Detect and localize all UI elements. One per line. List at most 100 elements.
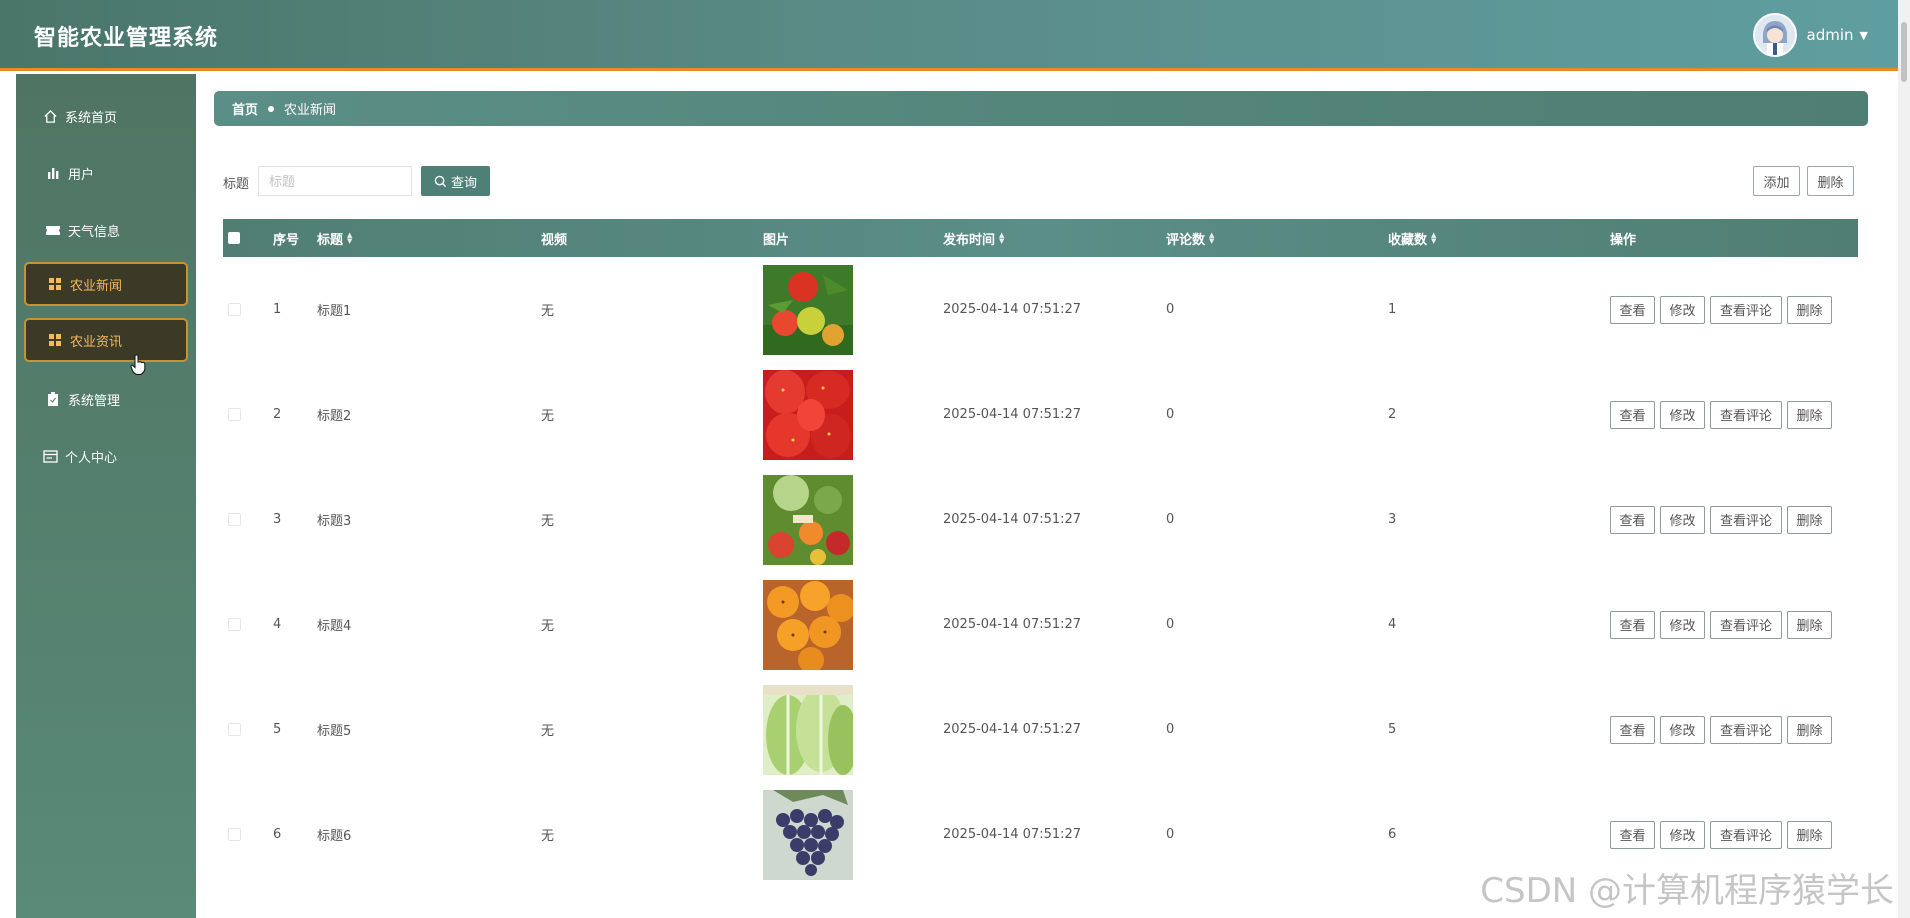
column-index: 序号 bbox=[273, 232, 300, 248]
row-checkbox[interactable] bbox=[228, 467, 241, 572]
select-all-checkbox[interactable] bbox=[228, 219, 240, 257]
user-menu[interactable]: admin ▼ bbox=[1752, 13, 1868, 57]
sidebar-item-agri-news[interactable]: 农业新闻 bbox=[24, 262, 188, 306]
breadcrumb-current: 农业新闻 bbox=[284, 103, 337, 118]
bulk-delete-button[interactable]: 删除 bbox=[1807, 166, 1854, 196]
row-actions: 查看 修改 查看评论 删除 bbox=[1610, 362, 1837, 467]
avatar[interactable] bbox=[1752, 13, 1797, 57]
view-button[interactable]: 查看 bbox=[1610, 610, 1655, 639]
edit-button[interactable]: 修改 bbox=[1660, 715, 1705, 744]
column-video: 视频 bbox=[541, 232, 568, 248]
row-image bbox=[763, 467, 853, 572]
sidebar-item-weather[interactable]: 天气信息 bbox=[24, 208, 188, 252]
delete-button[interactable]: 删除 bbox=[1787, 505, 1832, 534]
row-image bbox=[763, 677, 858, 782]
view-button[interactable]: 查看 bbox=[1610, 820, 1655, 849]
edit-button[interactable]: 修改 bbox=[1660, 295, 1705, 324]
row-actions: 查看 修改 查看评论 删除 bbox=[1610, 257, 1837, 362]
edit-button[interactable]: 修改 bbox=[1660, 505, 1705, 534]
add-button[interactable]: 添加 bbox=[1753, 166, 1800, 196]
username[interactable]: admin bbox=[1807, 26, 1854, 44]
column-actions: 操作 bbox=[1610, 232, 1637, 248]
sidebar-item-home[interactable]: 系统首页 bbox=[24, 94, 188, 138]
column-title[interactable]: 标题 ▲ ▼ bbox=[317, 219, 352, 257]
edit-button[interactable]: 修改 bbox=[1660, 610, 1705, 639]
row-favorites: 4 bbox=[1388, 617, 1397, 632]
sidebar-item-system[interactable]: 系统管理 bbox=[24, 377, 188, 421]
query-button[interactable]: 查询 bbox=[421, 166, 490, 196]
column-published[interactable]: 发布时间 ▲ ▼ bbox=[943, 219, 1004, 257]
edit-button[interactable]: 修改 bbox=[1660, 400, 1705, 429]
row-comments: 0 bbox=[1166, 512, 1175, 527]
row-checkbox[interactable] bbox=[228, 257, 241, 362]
sidebar-item-profile[interactable]: 个人中心 bbox=[24, 434, 188, 478]
view-button[interactable]: 查看 bbox=[1610, 400, 1655, 429]
table-body: 1 标题1 无 2025-04-14 07:51:27 0 1 查看 修改 查看评论 删除 2 标题2… bbox=[223, 257, 1858, 887]
edit-button[interactable]: 修改 bbox=[1660, 820, 1705, 849]
watermark: CSDN @计算机程序猿学长 bbox=[1480, 871, 1894, 911]
title-search-input[interactable] bbox=[258, 166, 412, 196]
row-published: 2025-04-14 07:51:27 bbox=[943, 827, 1082, 842]
row-image bbox=[763, 572, 855, 677]
row-published: 2025-04-14 07:51:27 bbox=[943, 722, 1082, 737]
row-index: 2 bbox=[273, 407, 282, 422]
table-row: 4 标题4 无 2025-04-14 07:51:27 0 4 查看 修改 查看评论 删除 bbox=[223, 572, 1858, 677]
hand-cursor-icon bbox=[130, 354, 146, 375]
view-comments-button[interactable]: 查看评论 bbox=[1710, 610, 1782, 639]
row-title: 标题4 bbox=[317, 619, 352, 634]
delete-button[interactable]: 删除 bbox=[1787, 400, 1832, 429]
search-icon bbox=[434, 175, 447, 187]
sidebar-item-label: 系统管理 bbox=[68, 393, 121, 409]
view-button[interactable]: 查看 bbox=[1610, 505, 1655, 534]
window-edge bbox=[0, 0, 16, 918]
delete-button[interactable]: 删除 bbox=[1787, 820, 1832, 849]
column-favorites[interactable]: 收藏数 ▲ ▼ bbox=[1388, 219, 1436, 257]
column-comments[interactable]: 评论数 ▲ ▼ bbox=[1166, 219, 1214, 257]
row-video: 无 bbox=[541, 619, 555, 634]
view-comments-button[interactable]: 查看评论 bbox=[1710, 505, 1782, 534]
sidebar-item-label: 个人中心 bbox=[65, 450, 118, 466]
row-comments: 0 bbox=[1166, 302, 1175, 317]
sort-icon[interactable]: ▲ ▼ bbox=[1431, 232, 1436, 245]
row-checkbox[interactable] bbox=[228, 362, 241, 467]
row-checkbox[interactable] bbox=[228, 782, 241, 887]
breadcrumb-separator bbox=[268, 105, 275, 112]
row-video: 无 bbox=[541, 514, 555, 529]
row-actions: 查看 修改 查看评论 删除 bbox=[1610, 572, 1837, 677]
sidebar: 系统首页 用户 天气信息 农业新闻 农业资讯 系统管理 个人中心 bbox=[16, 74, 196, 918]
view-comments-button[interactable]: 查看评论 bbox=[1710, 295, 1782, 324]
delete-button[interactable]: 删除 bbox=[1787, 295, 1832, 324]
row-image bbox=[763, 257, 853, 362]
delete-button[interactable]: 删除 bbox=[1787, 610, 1832, 639]
row-comments: 0 bbox=[1166, 722, 1175, 737]
sort-icon[interactable]: ▲ ▼ bbox=[1209, 232, 1214, 245]
scrollbar-thumb[interactable] bbox=[1901, 22, 1907, 82]
table-row: 5 标题5 无 2025-04-14 07:51:27 0 5 查看 修改 查看评论 删除 bbox=[223, 677, 1858, 782]
row-published: 2025-04-14 07:51:27 bbox=[943, 302, 1082, 317]
loquat-image bbox=[763, 579, 855, 673]
view-button[interactable]: 查看 bbox=[1610, 295, 1655, 324]
sidebar-item-label: 农业新闻 bbox=[70, 278, 123, 294]
sidebar-item-users[interactable]: 用户 bbox=[24, 151, 188, 195]
row-published: 2025-04-14 07:51:27 bbox=[943, 512, 1082, 527]
breadcrumb-home[interactable]: 首页 bbox=[232, 99, 258, 118]
table-header: 序号 标题 ▲ ▼ 视频 图片 发布时间 ▲ ▼ 评论数 ▲ ▼ 收藏数 ▲ ▼ 操作 bbox=[223, 219, 1858, 257]
chevron-down-icon[interactable]: ▼ bbox=[1860, 29, 1868, 42]
row-video: 无 bbox=[541, 409, 555, 424]
delete-button[interactable]: 删除 bbox=[1787, 715, 1832, 744]
row-checkbox[interactable] bbox=[228, 572, 241, 677]
view-comments-button[interactable]: 查看评论 bbox=[1710, 715, 1782, 744]
sidebar-item-agri-info[interactable]: 农业资讯 bbox=[24, 318, 188, 362]
row-favorites: 3 bbox=[1388, 512, 1397, 527]
view-button[interactable]: 查看 bbox=[1610, 715, 1655, 744]
view-comments-button[interactable]: 查看评论 bbox=[1710, 400, 1782, 429]
row-favorites: 6 bbox=[1388, 827, 1397, 842]
row-title: 标题3 bbox=[317, 514, 352, 529]
sort-icon[interactable]: ▲ ▼ bbox=[347, 232, 352, 245]
row-favorites: 2 bbox=[1388, 407, 1397, 422]
row-checkbox[interactable] bbox=[228, 677, 241, 782]
scrollbar[interactable] bbox=[1898, 0, 1910, 918]
row-image bbox=[763, 782, 853, 887]
sort-icon[interactable]: ▲ ▼ bbox=[999, 232, 1004, 245]
view-comments-button[interactable]: 查看评论 bbox=[1710, 820, 1782, 849]
